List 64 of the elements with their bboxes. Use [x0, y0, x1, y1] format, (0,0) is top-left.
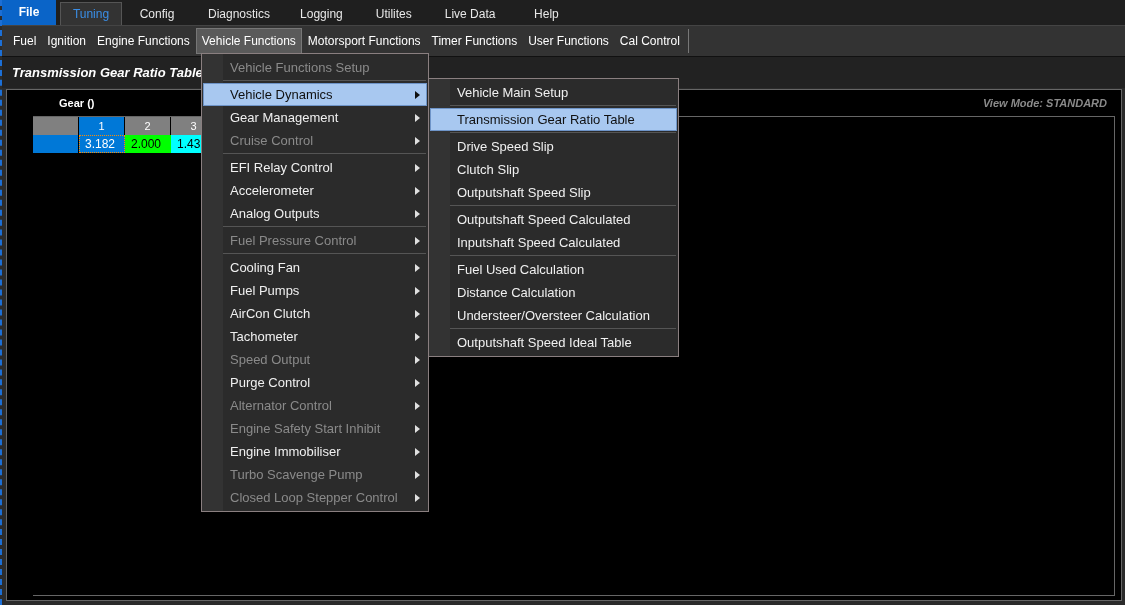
submenu-arrow-icon	[415, 163, 420, 172]
submenu-arrow-icon	[415, 378, 420, 387]
submenu-arrow-icon	[415, 355, 420, 364]
submenu-arrow-icon	[415, 309, 420, 318]
toolbar-tab[interactable]: User Functions	[523, 28, 614, 54]
submenu-arrow-icon	[415, 186, 420, 195]
menu-item[interactable]: Vehicle Dynamics	[203, 83, 427, 106]
toolbar-tab[interactable]: Fuel	[8, 28, 42, 54]
panel-title: Transmission Gear Ratio Table	[12, 63, 203, 82]
submenu-arrow-icon	[415, 447, 420, 456]
menu-item[interactable]: Distance Calculation	[430, 281, 677, 304]
menu-item[interactable]: Outputshaft Speed Calculated	[430, 208, 677, 231]
table-cell[interactable]: 3.182	[79, 135, 125, 153]
toolbar-tab[interactable]: Cal Control	[614, 28, 685, 54]
menu-item[interactable]: Cooling Fan	[203, 256, 427, 279]
column-header[interactable]: 2	[125, 117, 171, 135]
toolbar-tab[interactable]: Vehicle Functions	[195, 28, 302, 54]
menu-tab[interactable]: Live Data	[434, 2, 506, 25]
submenu-arrow-icon	[415, 493, 420, 502]
corner-cell	[33, 117, 79, 135]
menu-item[interactable]: Analog Outputs	[203, 202, 427, 225]
submenu-arrow-icon	[415, 136, 420, 145]
menu-tab[interactable]: Help	[515, 2, 578, 25]
toolbar-tab[interactable]: Ignition	[42, 28, 92, 54]
submenu-arrow-icon	[415, 401, 420, 410]
menu-tab[interactable]: Diagnostics	[198, 2, 281, 25]
axis-label: Gear ()	[59, 95, 95, 111]
submenu-arrow-icon	[415, 263, 420, 272]
row-header	[33, 135, 79, 153]
toolbar-tab[interactable]: Motorsport Functions	[302, 28, 426, 54]
submenu-arrow-icon	[415, 113, 420, 122]
menu-item[interactable]: Outputshaft Speed Ideal Table	[430, 331, 677, 354]
menu-tab[interactable]: Logging	[290, 2, 353, 25]
menu-item[interactable]: Vehicle Main Setup	[430, 81, 677, 104]
submenu-arrow-icon	[415, 424, 420, 433]
menu-item[interactable]: Transmission Gear Ratio Table	[430, 108, 677, 131]
view-mode-label: View Mode: STANDARD	[982, 95, 1107, 111]
menu-item[interactable]: Clutch Slip	[430, 158, 677, 181]
menu-item[interactable]: Tachometer	[203, 325, 427, 348]
menu-item[interactable]: EFI Relay Control	[203, 156, 427, 179]
table-cell[interactable]: 2.000	[125, 135, 171, 153]
menu-item[interactable]: Purge Control	[203, 371, 427, 394]
column-header[interactable]: 1	[79, 117, 125, 135]
submenu-arrow-icon	[415, 332, 420, 341]
menu-item[interactable]: Accelerometer	[203, 179, 427, 202]
menu-item[interactable]: Fuel Pumps	[203, 279, 427, 302]
submenu-arrow-icon	[415, 236, 420, 245]
submenu-arrow-icon	[415, 209, 420, 218]
submenu-arrow-icon	[415, 470, 420, 479]
menu-tab[interactable]: Tuning	[60, 2, 122, 25]
menu-item[interactable]: Outputshaft Speed Slip	[430, 181, 677, 204]
menu-tab[interactable]: Utilites	[362, 2, 425, 25]
menu-item[interactable]: AirCon Clutch	[203, 302, 427, 325]
menu-tab[interactable]: Config	[126, 2, 188, 25]
submenu-arrow-icon	[415, 90, 420, 99]
submenu-arrow-icon	[415, 286, 420, 295]
toolbar-tab[interactable]: Engine Functions	[92, 28, 195, 54]
menu-item[interactable]: Understeer/Oversteer Calculation	[430, 304, 677, 327]
menu-item[interactable]: Inputshaft Speed Calculated	[430, 231, 677, 254]
menu-item[interactable]: Drive Speed Slip	[430, 135, 677, 158]
toolbar-tab[interactable]: Timer Functions	[426, 28, 523, 54]
file-menu-button[interactable]: File	[2, 0, 56, 25]
menu-item[interactable]: Engine Immobiliser	[203, 440, 427, 463]
menu-item[interactable]: Fuel Used Calculation	[430, 258, 677, 281]
